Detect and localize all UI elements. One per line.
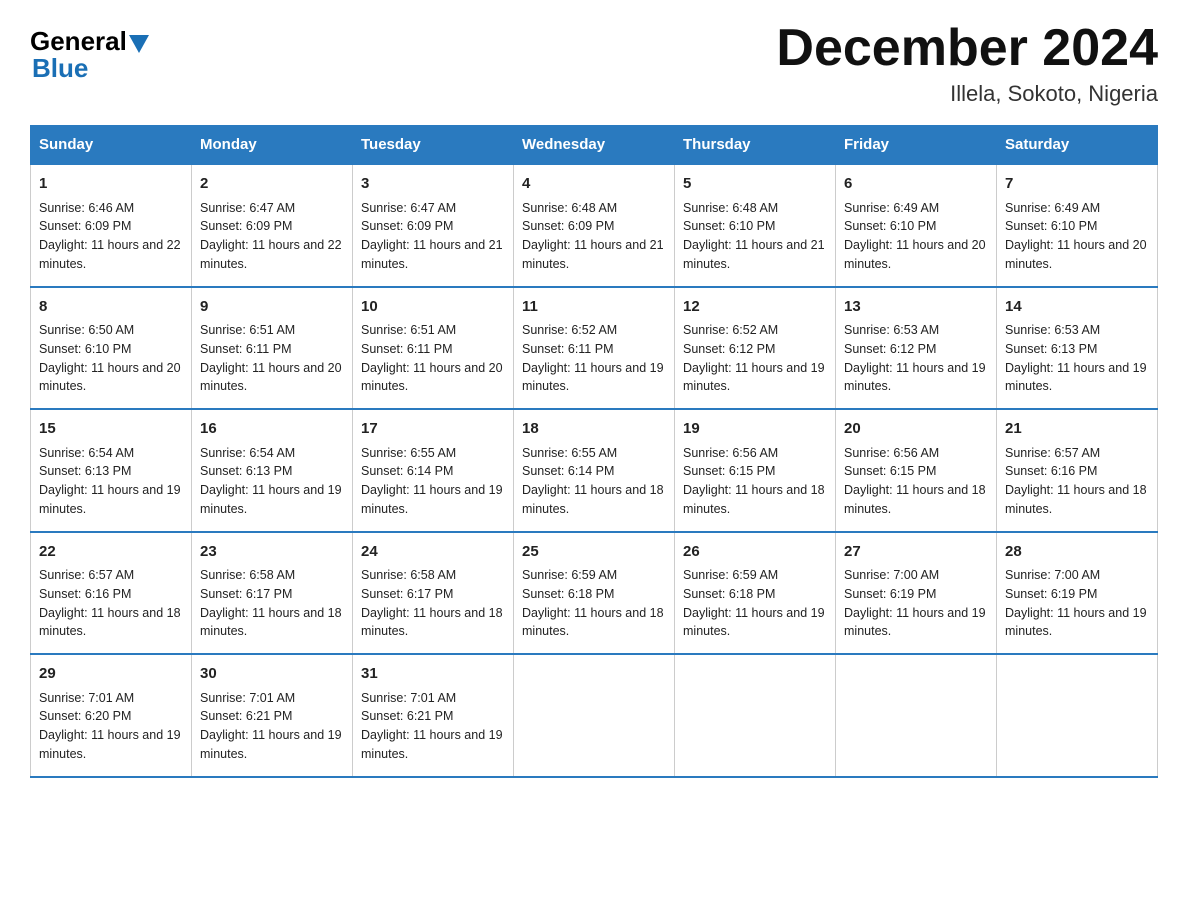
calendar-title: December 2024 [776, 20, 1158, 77]
logo-triangle-icon [129, 35, 149, 53]
calendar-cell: 12Sunrise: 6:52 AMSunset: 6:12 PMDayligh… [675, 287, 836, 410]
calendar-cell: 3Sunrise: 6:47 AMSunset: 6:09 PMDaylight… [353, 164, 514, 287]
day-number: 26 [683, 541, 827, 564]
calendar-cell: 30Sunrise: 7:01 AMSunset: 6:21 PMDayligh… [192, 654, 353, 777]
day-number: 24 [361, 541, 505, 564]
calendar-cell: 28Sunrise: 7:00 AMSunset: 6:19 PMDayligh… [997, 532, 1158, 655]
calendar-cell: 15Sunrise: 6:54 AMSunset: 6:13 PMDayligh… [31, 409, 192, 532]
logo-blue: Blue [32, 53, 88, 84]
calendar-cell: 14Sunrise: 6:53 AMSunset: 6:13 PMDayligh… [997, 287, 1158, 410]
calendar-cell [836, 654, 997, 777]
logo: General Blue [30, 26, 151, 84]
day-header-saturday: Saturday [997, 126, 1158, 165]
day-number: 1 [39, 173, 183, 196]
day-number: 22 [39, 541, 183, 564]
calendar-cell: 10Sunrise: 6:51 AMSunset: 6:11 PMDayligh… [353, 287, 514, 410]
title-block: December 2024 Illela, Sokoto, Nigeria [776, 20, 1158, 107]
calendar-cell: 13Sunrise: 6:53 AMSunset: 6:12 PMDayligh… [836, 287, 997, 410]
day-header-monday: Monday [192, 126, 353, 165]
day-number: 12 [683, 296, 827, 319]
day-number: 16 [200, 418, 344, 441]
day-number: 30 [200, 663, 344, 686]
day-number: 3 [361, 173, 505, 196]
week-row-5: 29Sunrise: 7:01 AMSunset: 6:20 PMDayligh… [31, 654, 1158, 777]
day-number: 13 [844, 296, 988, 319]
day-number: 25 [522, 541, 666, 564]
day-number: 2 [200, 173, 344, 196]
calendar-cell: 9Sunrise: 6:51 AMSunset: 6:11 PMDaylight… [192, 287, 353, 410]
calendar-cell [675, 654, 836, 777]
day-number: 29 [39, 663, 183, 686]
day-number: 11 [522, 296, 666, 319]
calendar-cell: 4Sunrise: 6:48 AMSunset: 6:09 PMDaylight… [514, 164, 675, 287]
page-header: General Blue December 2024 Illela, Sokot… [30, 20, 1158, 107]
day-header-tuesday: Tuesday [353, 126, 514, 165]
day-number: 4 [522, 173, 666, 196]
day-header-sunday: Sunday [31, 126, 192, 165]
calendar-cell: 22Sunrise: 6:57 AMSunset: 6:16 PMDayligh… [31, 532, 192, 655]
day-number: 27 [844, 541, 988, 564]
day-number: 19 [683, 418, 827, 441]
calendar-cell: 31Sunrise: 7:01 AMSunset: 6:21 PMDayligh… [353, 654, 514, 777]
calendar-cell: 20Sunrise: 6:56 AMSunset: 6:15 PMDayligh… [836, 409, 997, 532]
calendar-subtitle: Illela, Sokoto, Nigeria [776, 81, 1158, 107]
day-header-thursday: Thursday [675, 126, 836, 165]
day-number: 8 [39, 296, 183, 319]
day-number: 31 [361, 663, 505, 686]
calendar-cell: 6Sunrise: 6:49 AMSunset: 6:10 PMDaylight… [836, 164, 997, 287]
day-number: 23 [200, 541, 344, 564]
week-row-3: 15Sunrise: 6:54 AMSunset: 6:13 PMDayligh… [31, 409, 1158, 532]
day-number: 6 [844, 173, 988, 196]
calendar-cell: 25Sunrise: 6:59 AMSunset: 6:18 PMDayligh… [514, 532, 675, 655]
day-number: 14 [1005, 296, 1149, 319]
calendar-cell: 5Sunrise: 6:48 AMSunset: 6:10 PMDaylight… [675, 164, 836, 287]
week-row-4: 22Sunrise: 6:57 AMSunset: 6:16 PMDayligh… [31, 532, 1158, 655]
calendar-table: SundayMondayTuesdayWednesdayThursdayFrid… [30, 125, 1158, 778]
day-number: 9 [200, 296, 344, 319]
day-number: 21 [1005, 418, 1149, 441]
day-number: 20 [844, 418, 988, 441]
calendar-cell: 16Sunrise: 6:54 AMSunset: 6:13 PMDayligh… [192, 409, 353, 532]
day-number: 17 [361, 418, 505, 441]
day-number: 15 [39, 418, 183, 441]
calendar-cell: 26Sunrise: 6:59 AMSunset: 6:18 PMDayligh… [675, 532, 836, 655]
calendar-cell: 1Sunrise: 6:46 AMSunset: 6:09 PMDaylight… [31, 164, 192, 287]
day-number: 28 [1005, 541, 1149, 564]
day-number: 10 [361, 296, 505, 319]
day-number: 5 [683, 173, 827, 196]
calendar-cell: 11Sunrise: 6:52 AMSunset: 6:11 PMDayligh… [514, 287, 675, 410]
calendar-cell [997, 654, 1158, 777]
week-row-1: 1Sunrise: 6:46 AMSunset: 6:09 PMDaylight… [31, 164, 1158, 287]
day-number: 7 [1005, 173, 1149, 196]
day-header-wednesday: Wednesday [514, 126, 675, 165]
calendar-cell: 21Sunrise: 6:57 AMSunset: 6:16 PMDayligh… [997, 409, 1158, 532]
calendar-cell: 18Sunrise: 6:55 AMSunset: 6:14 PMDayligh… [514, 409, 675, 532]
calendar-cell: 7Sunrise: 6:49 AMSunset: 6:10 PMDaylight… [997, 164, 1158, 287]
calendar-cell: 27Sunrise: 7:00 AMSunset: 6:19 PMDayligh… [836, 532, 997, 655]
calendar-cell [514, 654, 675, 777]
calendar-cell: 23Sunrise: 6:58 AMSunset: 6:17 PMDayligh… [192, 532, 353, 655]
calendar-cell: 17Sunrise: 6:55 AMSunset: 6:14 PMDayligh… [353, 409, 514, 532]
days-header-row: SundayMondayTuesdayWednesdayThursdayFrid… [31, 126, 1158, 165]
week-row-2: 8Sunrise: 6:50 AMSunset: 6:10 PMDaylight… [31, 287, 1158, 410]
calendar-cell: 2Sunrise: 6:47 AMSunset: 6:09 PMDaylight… [192, 164, 353, 287]
day-number: 18 [522, 418, 666, 441]
calendar-cell: 19Sunrise: 6:56 AMSunset: 6:15 PMDayligh… [675, 409, 836, 532]
calendar-cell: 24Sunrise: 6:58 AMSunset: 6:17 PMDayligh… [353, 532, 514, 655]
calendar-cell: 8Sunrise: 6:50 AMSunset: 6:10 PMDaylight… [31, 287, 192, 410]
day-header-friday: Friday [836, 126, 997, 165]
calendar-cell: 29Sunrise: 7:01 AMSunset: 6:20 PMDayligh… [31, 654, 192, 777]
